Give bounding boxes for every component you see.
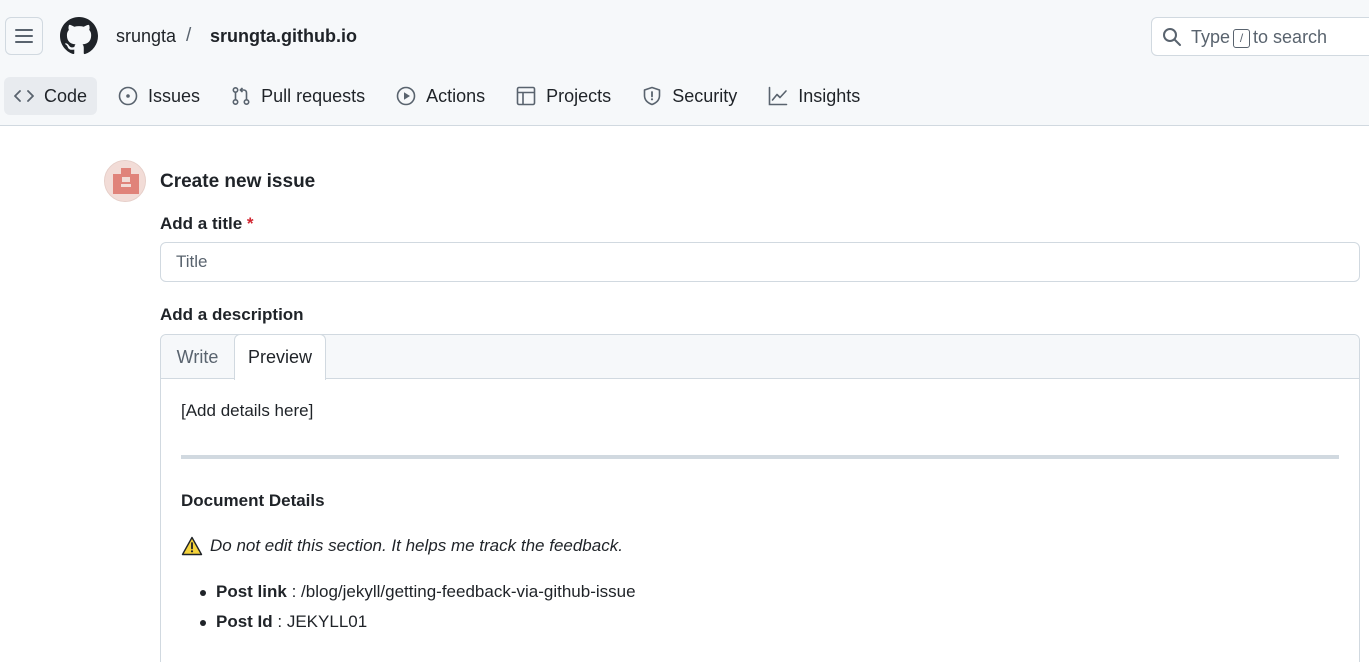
shield-icon (643, 86, 661, 106)
repo-nav: Code Issues Pull requests Actions Projec… (4, 77, 881, 115)
post-id-value: JEKYLL01 (286, 612, 368, 631)
title-label-text: Add a title (160, 214, 243, 233)
post-id-separator: : (272, 612, 287, 631)
github-logo-icon[interactable] (60, 17, 98, 55)
warning-icon (181, 536, 203, 556)
post-link-key: Post link (216, 582, 287, 601)
git-pull-request-icon (232, 86, 250, 106)
title-input[interactable] (160, 242, 1360, 282)
tab-actions-label: Actions (426, 85, 486, 106)
tab-code-label: Code (44, 85, 88, 106)
breadcrumb-separator: / (186, 25, 192, 46)
tab-insights[interactable]: Insights (758, 77, 870, 115)
search-input[interactable]: Type / to search (1151, 17, 1369, 56)
tab-projects-label: Projects (546, 85, 612, 106)
tab-security-label: Security (672, 85, 738, 106)
document-details-list: Post link : /blog/jekyll/getting-feedbac… (181, 582, 981, 642)
post-link-value: /blog/jekyll/getting-feedback-via-github… (301, 582, 636, 601)
search-shortcut-key: / (1233, 29, 1251, 48)
horizontal-rule (181, 455, 1339, 459)
tab-preview[interactable]: Preview (234, 334, 326, 380)
open-menu-button[interactable] (5, 17, 43, 55)
tab-projects[interactable]: Projects (506, 77, 621, 115)
warning-note: Do not edit this section. It helps me tr… (181, 536, 623, 556)
document-details-heading: Document Details (181, 491, 325, 510)
search-placeholder: Type / to search (1191, 27, 1327, 48)
tab-code[interactable]: Code (4, 77, 98, 115)
play-icon (396, 86, 416, 106)
tab-issues-label: Issues (148, 85, 201, 106)
issue-opened-icon (118, 86, 138, 106)
title-label: Add a title * (160, 214, 254, 234)
details-placeholder-text: [Add details here] (181, 401, 314, 420)
avatar[interactable] (104, 160, 146, 202)
post-id-key: Post Id (216, 612, 273, 631)
tab-write[interactable]: Write (161, 335, 234, 380)
required-mark: * (246, 214, 254, 233)
search-icon (1163, 28, 1181, 46)
graph-icon (768, 86, 788, 106)
table-icon (516, 86, 536, 106)
post-link-separator: : (286, 582, 302, 601)
description-editor: Write Preview [Add details here] Documen… (160, 334, 1360, 662)
tab-security[interactable]: Security (632, 77, 747, 115)
code-icon (14, 90, 34, 102)
page-title: Create new issue (160, 171, 316, 192)
tab-insights-label: Insights (798, 85, 861, 106)
warning-note-text: Do not edit this section. It helps me tr… (210, 536, 623, 555)
editor-tab-bar: Write Preview (161, 334, 1359, 380)
identicon-image (105, 161, 145, 201)
search-suffix: to search (1253, 27, 1328, 47)
repo-owner-link[interactable]: srungta (116, 26, 176, 47)
hamburger-icon (15, 29, 33, 43)
search-prefix: Type (1191, 27, 1231, 47)
repo-name-link[interactable]: srungta.github.io (210, 26, 357, 47)
list-item: Post Id : JEKYLL01 (181, 612, 981, 642)
tab-pull-requests-label: Pull requests (261, 85, 366, 106)
description-label: Add a description (160, 305, 304, 324)
tab-issues[interactable]: Issues (108, 77, 210, 115)
tab-actions[interactable]: Actions (386, 77, 495, 115)
list-item: Post link : /blog/jekyll/getting-feedbac… (181, 582, 981, 612)
repo-header: srungta / srungta.github.io Type / to sear… (0, 0, 1369, 126)
tab-pull-requests[interactable]: Pull requests (221, 77, 375, 115)
